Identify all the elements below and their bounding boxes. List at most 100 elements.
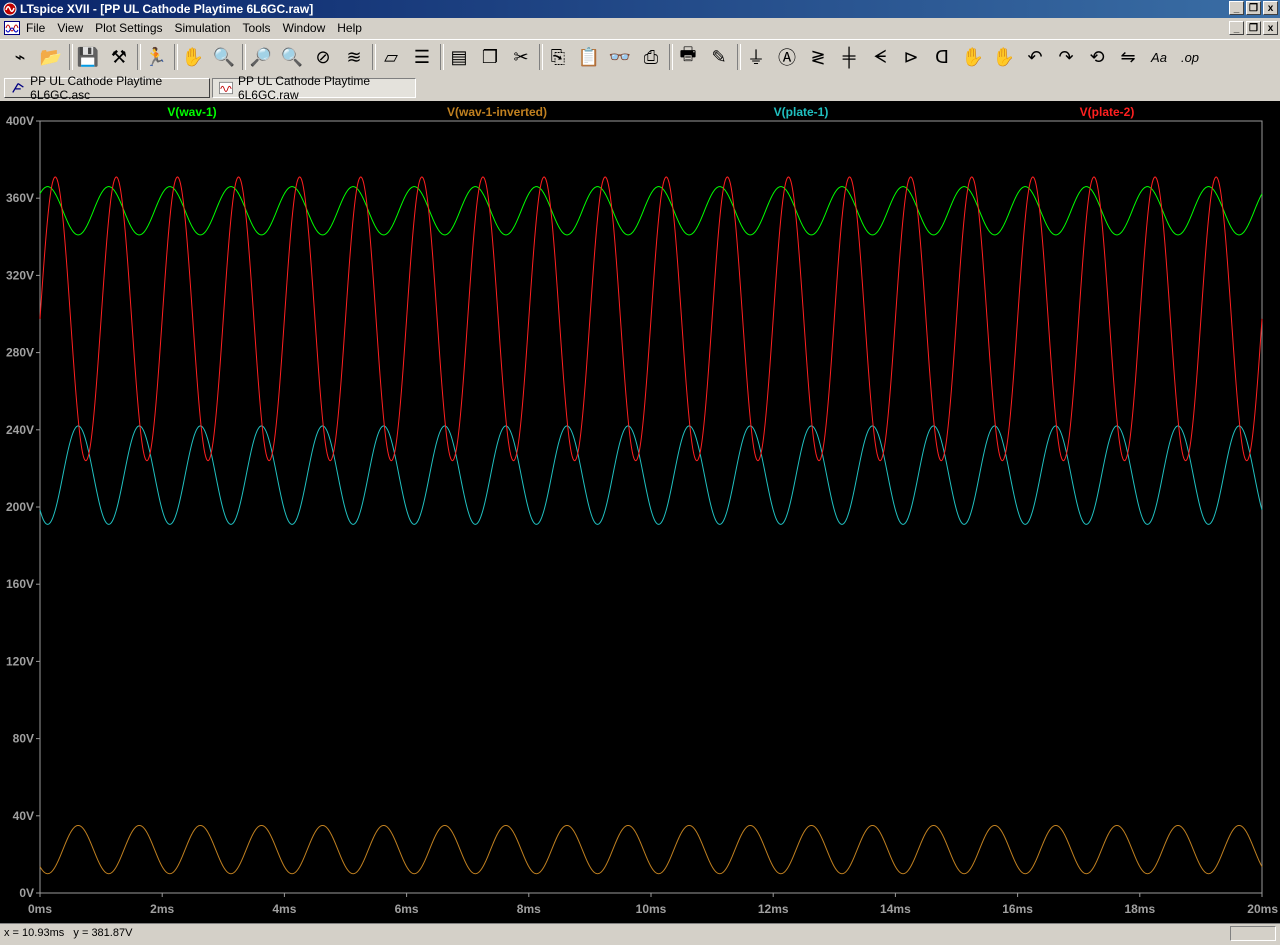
- tab-waveform[interactable]: PP UL Cathode Playtime 6L6GC.raw: [212, 74, 416, 102]
- y-tick-label: 280V: [6, 346, 34, 360]
- menu-plot-settings[interactable]: Plot Settings: [95, 21, 162, 35]
- drag-icon[interactable]: ✋: [990, 43, 1018, 71]
- toolbar: ⌁ 📂 💾 ⚒ 🏃 ✋ 🔍 🔎 🔍 ⊘ ≋ ▱ ☰ ▤ ❐ ✂ ⎘ 📋 👓 ⎙ 🖶 ✎ ⏚ Ⓐ ≷ ╪ ᗕ ⊳ ᗡ ✋ ✋ ↶ ↷ ⟲ ⇋ Aa .op: [0, 39, 1280, 77]
- mdi-close-button[interactable]: x: [1263, 21, 1278, 35]
- menu-tools[interactable]: Tools: [243, 21, 271, 35]
- y-tick-label: 360V: [6, 191, 34, 205]
- undo-icon[interactable]: ↶: [1021, 43, 1049, 71]
- window-title: LTspice XVII - [PP UL Cathode Playtime 6…: [20, 2, 314, 16]
- label-net-icon[interactable]: Ⓐ: [773, 43, 801, 71]
- minimize-button[interactable]: _: [1229, 1, 1244, 15]
- autorange-icon[interactable]: ≋: [340, 43, 368, 71]
- x-tick-label: 14ms: [880, 902, 911, 916]
- y-tick-label: 120V: [6, 654, 34, 668]
- draw-wire-icon[interactable]: ✎: [705, 43, 733, 71]
- y-tick-label: 200V: [6, 500, 34, 514]
- waveform-plot[interactable]: 0V 40V 80V 120V 160V 200V 240V 280V 320V 360V 400V…: [0, 101, 1280, 923]
- menu-view[interactable]: View: [57, 21, 83, 35]
- tab-schematic-label: PP UL Cathode Playtime 6L6GC.asc: [30, 74, 163, 102]
- rotate-icon[interactable]: ⟲: [1083, 43, 1111, 71]
- save-icon[interactable]: 💾: [74, 43, 102, 71]
- toolbar-separator: [440, 44, 444, 70]
- toolbar-separator: [372, 44, 376, 70]
- x-tick-label: 2ms: [150, 902, 174, 916]
- halt-icon[interactable]: ✋: [179, 43, 207, 71]
- x-tick-label: 0ms: [28, 902, 52, 916]
- mdi-minimize-button[interactable]: _: [1229, 21, 1244, 35]
- toolbar-separator: [137, 44, 141, 70]
- toolbar-separator: [174, 44, 178, 70]
- run-icon[interactable]: 🏃: [142, 43, 170, 71]
- tab-bar: PP UL Cathode Playtime 6L6GC.asc PP UL C…: [0, 74, 1280, 102]
- toolbar-separator: [669, 44, 673, 70]
- legend-v-plate-1-[interactable]: V(plate-1): [774, 105, 829, 119]
- capacitor-icon[interactable]: ╪: [835, 43, 863, 71]
- toolbar-separator: [737, 44, 741, 70]
- zoom-out-icon[interactable]: 🔍: [278, 43, 306, 71]
- menu-help[interactable]: Help: [337, 21, 362, 35]
- zoom-cancel-icon[interactable]: ⊘: [309, 43, 337, 71]
- y-tick-label: 400V: [6, 114, 34, 128]
- spice-directive-icon[interactable]: .op: [1176, 43, 1204, 71]
- legend-v-wav-1-[interactable]: V(wav-1): [167, 105, 216, 119]
- close-button[interactable]: x: [1263, 1, 1278, 15]
- waveform-viewer[interactable]: 0V 40V 80V 120V 160V 200V 240V 280V 320V 360V 400V…: [0, 101, 1280, 923]
- open-icon[interactable]: 📂: [37, 43, 65, 71]
- print-icon[interactable]: 🖶: [674, 43, 702, 71]
- x-tick-label: 12ms: [758, 902, 789, 916]
- x-tick-label: 20ms: [1247, 902, 1278, 916]
- x-tick-label: 10ms: [636, 902, 667, 916]
- status-bar: x = 10.93ms y = 381.87V: [0, 923, 1280, 945]
- mdi-restore-button[interactable]: ❐: [1246, 21, 1261, 35]
- paste-icon[interactable]: 📋: [575, 43, 603, 71]
- plot-background: [0, 101, 1280, 923]
- legend-v-wav-1-inverted-[interactable]: V(wav-1-inverted): [447, 105, 547, 119]
- x-tick-label: 4ms: [272, 902, 296, 916]
- cursor-y: y = 381.87V: [73, 927, 133, 939]
- cascade-icon[interactable]: ❐: [476, 43, 504, 71]
- rulers-icon[interactable]: ▱: [377, 43, 405, 71]
- resistor-icon[interactable]: ≷: [804, 43, 832, 71]
- tile-vertical-icon[interactable]: ▤: [445, 43, 473, 71]
- inductor-icon[interactable]: ᗕ: [866, 43, 894, 71]
- legend-v-plate-2-[interactable]: V(plate-2): [1080, 105, 1135, 119]
- x-tick-label: 16ms: [1002, 902, 1033, 916]
- tab-schematic[interactable]: PP UL Cathode Playtime 6L6GC.asc: [4, 74, 210, 102]
- text-icon[interactable]: Aa: [1145, 43, 1173, 71]
- move-icon[interactable]: ✋: [959, 43, 987, 71]
- status-panel: [1230, 926, 1276, 941]
- mirror-icon[interactable]: ⇋: [1114, 43, 1142, 71]
- redo-icon[interactable]: ↷: [1052, 43, 1080, 71]
- restore-button[interactable]: ❐: [1246, 1, 1261, 15]
- component-icon[interactable]: ᗡ: [928, 43, 956, 71]
- ground-icon[interactable]: ⏚: [742, 43, 770, 71]
- title-bar: LTspice XVII - [PP UL Cathode Playtime 6…: [0, 0, 1280, 18]
- mdi-waveform-icon[interactable]: [4, 21, 20, 35]
- menu-simulation[interactable]: Simulation: [175, 21, 231, 35]
- tile-horizontal-icon[interactable]: ☰: [408, 43, 436, 71]
- cursor-position: x = 10.93ms y = 381.87V: [4, 927, 132, 939]
- y-tick-label: 320V: [6, 268, 34, 282]
- hammer-icon[interactable]: ⚒: [105, 43, 133, 71]
- cut-icon[interactable]: ✂: [507, 43, 535, 71]
- toolbar-separator: [69, 44, 73, 70]
- menu-file[interactable]: File: [26, 21, 45, 35]
- cursor-x: x = 10.93ms: [4, 927, 65, 939]
- y-tick-label: 80V: [13, 732, 34, 746]
- menu-bar: File View Plot Settings Simulation Tools Wind…: [0, 19, 1280, 38]
- zoom-in-icon[interactable]: 🔍: [210, 43, 238, 71]
- y-tick-label: 240V: [6, 423, 34, 437]
- menu-window[interactable]: Window: [283, 21, 326, 35]
- zoom-pan-icon[interactable]: 🔎: [247, 43, 275, 71]
- y-tick-label: 160V: [6, 577, 34, 591]
- print-setup-icon[interactable]: ⎙: [637, 43, 665, 71]
- y-tick-label: 40V: [13, 809, 34, 823]
- ltspice-app-icon[interactable]: [3, 2, 17, 16]
- copy-icon[interactable]: ⎘: [544, 43, 572, 71]
- toolbar-separator: [242, 44, 246, 70]
- tab-waveform-label: PP UL Cathode Playtime 6L6GC.raw: [237, 74, 371, 102]
- diode-icon[interactable]: ⊳: [897, 43, 925, 71]
- toolbar-separator: [539, 44, 543, 70]
- find-icon[interactable]: 👓: [606, 43, 634, 71]
- control-panel-icon[interactable]: ⌁: [6, 43, 34, 71]
